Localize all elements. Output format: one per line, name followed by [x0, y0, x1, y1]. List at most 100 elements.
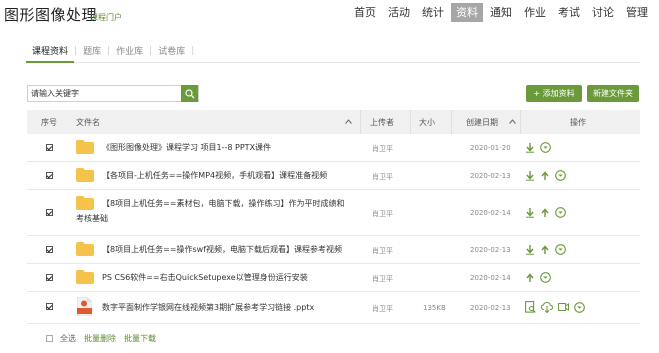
new-folder-button[interactable]: 新建文件夹 — [587, 85, 639, 102]
course-title[interactable]: 图形图像处理 — [4, 4, 97, 25]
folder-icon — [76, 270, 94, 284]
row-checkbox[interactable] — [46, 172, 53, 179]
search-icon — [184, 88, 194, 98]
table-row: 【各项目-上机任务==操作MP4视频，手机观看】课程准备视频 肖卫平 2020-… — [27, 162, 640, 190]
row-checkbox[interactable] — [46, 274, 53, 281]
nav-homework[interactable]: 作业 — [519, 3, 551, 22]
select-all-checkbox[interactable] — [46, 335, 53, 342]
header-created-date[interactable]: 创建日期 — [466, 117, 498, 128]
header-index: 序号 — [41, 117, 57, 127]
nav-manage[interactable]: 管理 — [621, 3, 653, 22]
more-options-icon[interactable] — [555, 207, 566, 218]
row-operations — [525, 244, 566, 255]
folder-icon — [76, 140, 94, 154]
batch-delete-link[interactable]: 批量删除 — [84, 333, 116, 344]
download-icon[interactable] — [525, 207, 535, 218]
tab-homework-bank[interactable]: 作业库 — [110, 44, 149, 57]
header-uploader: 上传者 — [370, 117, 394, 127]
batch-actions-bar: 全选 批量删除 批量下载 — [46, 333, 164, 344]
folder-icon — [76, 196, 94, 210]
sort-asc-icon[interactable] — [509, 117, 516, 126]
file-name-link[interactable]: PS CS6软件==右击QuickSetupexe以管理身份运行安装 — [102, 272, 308, 284]
move-up-icon[interactable] — [540, 244, 550, 255]
more-options-icon[interactable] — [555, 170, 566, 181]
main-nav: 首页 活动 统计 资料 通知 作业 考试 讨论 管理 — [349, 3, 653, 22]
tab-course-materials[interactable]: 课程资料 — [26, 44, 74, 57]
file-name-link-continued[interactable]: 考核基础 — [76, 213, 108, 225]
move-up-icon[interactable] — [540, 170, 550, 181]
table-row: 数字平面制作学银网在线视频第3期扩展参考学习链接 .pptx 肖卫平 135KB… — [27, 292, 640, 324]
nav-materials[interactable]: 资料 — [451, 3, 483, 22]
video-icon[interactable] — [558, 302, 569, 312]
column-divider — [410, 110, 411, 134]
tab-divider: | — [191, 45, 195, 56]
select-all-label[interactable]: 全选 — [60, 333, 76, 344]
uploader-name: 肖卫平 — [372, 275, 393, 283]
more-options-icon[interactable] — [540, 272, 551, 283]
cloud-download-icon[interactable] — [541, 301, 553, 313]
row-operations — [525, 142, 551, 153]
row-operations — [525, 207, 566, 218]
nav-discussion[interactable]: 讨论 — [587, 3, 619, 22]
tab-paper-bank[interactable]: 试卷库 — [152, 44, 191, 57]
uploader-name: 肖卫平 — [372, 145, 393, 153]
created-date: 2020-02-13 — [470, 246, 511, 254]
materials-table: 序号 文件名 上传者 大小 创建日期 操作 《图形图像处理》课程学习 项目1--… — [27, 110, 640, 324]
nav-statistics[interactable]: 统计 — [417, 3, 449, 22]
table-row: 【8项目上机任务==操作swf视频，电脑下载后观看】课程参考视频 肖卫平 202… — [27, 236, 640, 264]
row-checkbox[interactable] — [46, 209, 53, 216]
download-icon[interactable] — [525, 170, 535, 181]
file-name-link[interactable]: 《图形图像处理》课程学习 项目1--8 PPTX课件 — [102, 142, 271, 154]
row-checkbox[interactable] — [46, 246, 53, 253]
file-name-link[interactable]: 【8项目上机任务==素材包，电脑下载，操作练习】作为平时成绩和 — [102, 198, 345, 210]
more-options-icon[interactable] — [574, 301, 585, 313]
sort-asc-icon[interactable] — [345, 117, 352, 126]
row-operations — [525, 301, 585, 313]
file-name-link[interactable]: 数字平面制作学银网在线视频第3期扩展参考学习链接 .pptx — [102, 302, 314, 314]
created-date: 2020-02-14 — [470, 209, 511, 217]
nav-home[interactable]: 首页 — [349, 3, 381, 22]
uploader-name: 肖卫平 — [372, 247, 393, 255]
created-date: 2020-02-13 — [470, 172, 511, 180]
nav-activity[interactable]: 活动 — [383, 3, 415, 22]
search-input[interactable] — [28, 86, 181, 101]
column-divider — [451, 110, 452, 134]
created-date: 2020-02-13 — [470, 304, 511, 312]
tabs-divider-line — [26, 62, 640, 63]
uploader-name: 肖卫平 — [372, 305, 393, 313]
row-operations — [525, 170, 566, 181]
search-box — [27, 85, 199, 102]
header-filename[interactable]: 文件名 — [76, 117, 100, 128]
course-portal-link[interactable]: 课程门户 — [90, 12, 122, 23]
material-tabs: 课程资料 | 题库 | 作业库 | 试卷库 | — [26, 44, 195, 58]
batch-download-link[interactable]: 批量下载 — [124, 333, 156, 344]
folder-icon — [76, 168, 94, 182]
download-icon[interactable] — [525, 142, 535, 153]
created-date: 2020-02-14 — [470, 274, 511, 282]
created-date: 2020-01-20 — [470, 144, 511, 152]
nav-notices[interactable]: 通知 — [485, 3, 517, 22]
download-icon[interactable] — [525, 244, 535, 255]
more-options-icon[interactable] — [540, 142, 551, 153]
file-name-link[interactable]: 【各项目-上机任务==操作MP4视频，手机观看】课程准备视频 — [102, 170, 327, 182]
table-row: 《图形图像处理》课程学习 项目1--8 PPTX课件 肖卫平 2020-01-2… — [27, 134, 640, 162]
move-up-icon[interactable] — [540, 207, 550, 218]
column-divider — [520, 110, 521, 134]
row-checkbox[interactable] — [46, 303, 53, 310]
header-size: 大小 — [419, 117, 435, 127]
table-header: 序号 文件名 上传者 大小 创建日期 操作 — [27, 110, 640, 134]
row-checkbox[interactable] — [46, 144, 53, 151]
search-button[interactable] — [181, 85, 198, 102]
move-up-icon[interactable] — [525, 272, 535, 283]
table-row: PS CS6软件==右击QuickSetupexe以管理身份运行安装 肖卫平 2… — [27, 264, 640, 292]
nav-exam[interactable]: 考试 — [553, 3, 585, 22]
file-name-link[interactable]: 【8项目上机任务==操作swf视频，电脑下载后观看】课程参考视频 — [102, 244, 342, 256]
active-tab-indicator — [26, 61, 74, 63]
header-operations: 操作 — [570, 117, 586, 127]
more-options-icon[interactable] — [555, 244, 566, 255]
table-row: 【8项目上机任务==素材包，电脑下载，操作练习】作为平时成绩和 考核基础 肖卫平… — [27, 190, 640, 236]
add-material-button[interactable]: + 添加资料 — [526, 85, 582, 102]
tab-question-bank[interactable]: 题库 — [77, 44, 107, 57]
preview-icon[interactable] — [525, 301, 536, 313]
row-operations — [525, 272, 551, 283]
